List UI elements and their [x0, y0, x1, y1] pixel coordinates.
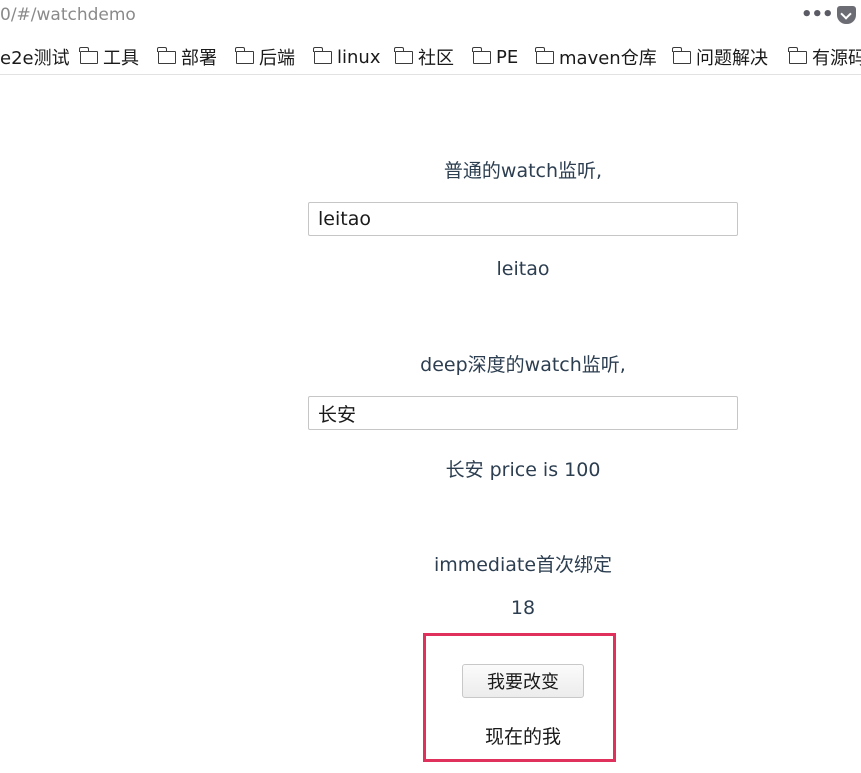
pocket-icon[interactable]	[837, 6, 856, 24]
bookmark-folder-pe[interactable]: PE	[472, 45, 519, 69]
bookmarks-toolbar: e2e测试 工具 部署 后端 linux 社区 PE maven仓库 问题解决 …	[0, 40, 861, 75]
bookmark-folder-community[interactable]: 社区	[394, 45, 454, 69]
bookmark-label: 后端	[259, 48, 295, 69]
bookmark-label: 有源码	[812, 48, 861, 69]
bookmark-label: 部署	[181, 48, 217, 69]
url-bar[interactable]: 0/#/watchdemo •••	[0, 0, 861, 32]
folder-icon	[157, 46, 176, 64]
immediate-watch-heading: immediate首次绑定	[433, 554, 613, 576]
deep-watch-heading: deep深度的watch监听,	[420, 354, 626, 376]
bookmark-label: maven仓库	[559, 48, 657, 69]
bookmark-label: 工具	[103, 48, 139, 69]
bookmark-folder-maven[interactable]: maven仓库	[535, 45, 657, 69]
bookmark-label: 问题解决	[696, 48, 768, 69]
folder-icon	[394, 46, 413, 64]
immediate-watch-status: 现在的我	[484, 726, 561, 748]
bookmark-label: 社区	[418, 48, 454, 69]
bookmark-folder-linux[interactable]: linux	[313, 45, 381, 69]
deep-watch-output: 长安 price is 100	[445, 459, 601, 481]
bookmark-folder-problem-solving[interactable]: 问题解决	[672, 45, 768, 69]
folder-icon	[235, 46, 254, 64]
bookmark-folder-source[interactable]: 有源码	[788, 45, 861, 69]
normal-watch-output: leitao	[496, 258, 550, 280]
folder-icon	[313, 46, 332, 64]
bookmark-folder-tools[interactable]: 工具	[79, 45, 139, 69]
normal-watch-input[interactable]	[308, 202, 738, 236]
bookmark-label: e2e测试	[0, 48, 70, 69]
bookmark-folder-deploy[interactable]: 部署	[157, 45, 217, 69]
folder-icon	[672, 46, 691, 64]
bookmark-label: linux	[337, 46, 381, 68]
bookmark-label: PE	[496, 46, 519, 68]
page-actions-menu-icon[interactable]: •••	[801, 4, 834, 25]
folder-icon	[535, 46, 554, 64]
folder-icon	[79, 46, 98, 64]
bookmark-folder-backend[interactable]: 后端	[235, 45, 295, 69]
change-button[interactable]: 我要改变	[462, 664, 584, 698]
folder-icon	[788, 46, 807, 64]
immediate-watch-value: 18	[510, 597, 536, 619]
url-text[interactable]: 0/#/watchdemo	[0, 5, 136, 25]
folder-icon	[472, 46, 491, 64]
normal-watch-heading: 普通的watch监听,	[443, 160, 603, 182]
bookmark-e2e[interactable]: e2e测试	[0, 45, 70, 69]
deep-watch-input[interactable]	[308, 396, 738, 430]
